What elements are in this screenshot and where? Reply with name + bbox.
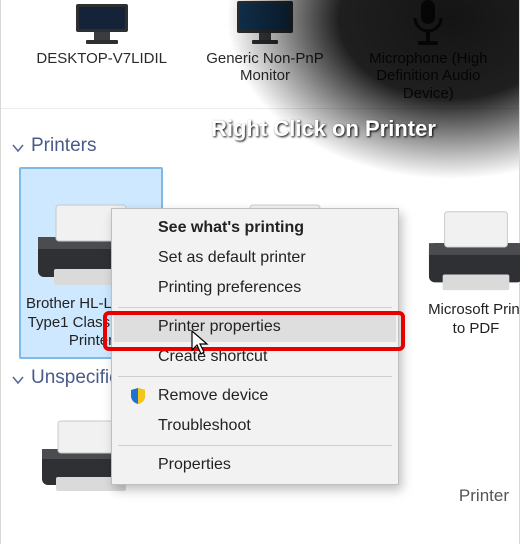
ctx-printing-preferences[interactable]: Printing preferences bbox=[114, 273, 396, 303]
devices-row: DESKTOP-V7LIDIL Generic Non-PnP Monitor bbox=[1, 0, 519, 102]
details-footer-category: Printer bbox=[459, 486, 509, 506]
printer-context-menu: See what's printing Set as default print… bbox=[111, 208, 399, 485]
pc-icon bbox=[31, 0, 172, 46]
printer-icon bbox=[427, 185, 520, 295]
chevron-down-icon bbox=[11, 371, 25, 385]
device-label: Microphone (High Definition Audio Device… bbox=[358, 50, 499, 102]
device-label: DESKTOP-V7LIDIL bbox=[31, 50, 172, 67]
printer-item-right[interactable]: Microsoft Print to PDF bbox=[421, 173, 520, 347]
printer-label: Microsoft Print to PDF bbox=[427, 301, 520, 339]
ctx-see-whats-printing[interactable]: See what's printing bbox=[114, 213, 396, 243]
ctx-set-default-printer[interactable]: Set as default printer bbox=[114, 243, 396, 273]
devices-and-printers-pane: DESKTOP-V7LIDIL Generic Non-PnP Monitor bbox=[1, 0, 519, 544]
ctx-troubleshoot[interactable]: Troubleshoot bbox=[114, 411, 396, 441]
menu-separator bbox=[118, 307, 392, 308]
device-monitor[interactable]: Generic Non-PnP Monitor bbox=[194, 0, 335, 102]
menu-separator bbox=[118, 445, 392, 446]
device-microphone[interactable]: Microphone (High Definition Audio Device… bbox=[358, 0, 499, 102]
cursor-icon bbox=[191, 330, 211, 359]
ctx-properties[interactable]: Properties bbox=[114, 450, 396, 480]
device-label: Generic Non-PnP Monitor bbox=[194, 50, 335, 85]
section-title: Printers bbox=[31, 135, 96, 157]
ctx-remove-device[interactable]: Remove device bbox=[114, 381, 396, 411]
annotation-text: Right Click on Printer bbox=[211, 116, 436, 142]
shield-icon bbox=[128, 387, 148, 405]
menu-separator bbox=[118, 376, 392, 377]
monitor-icon bbox=[194, 0, 335, 46]
device-desktop[interactable]: DESKTOP-V7LIDIL bbox=[31, 0, 172, 102]
ctx-create-shortcut[interactable]: Create shortcut bbox=[114, 342, 396, 372]
chevron-down-icon bbox=[11, 139, 25, 153]
microphone-icon bbox=[358, 0, 499, 46]
ctx-printer-properties[interactable]: Printer properties bbox=[114, 312, 396, 342]
